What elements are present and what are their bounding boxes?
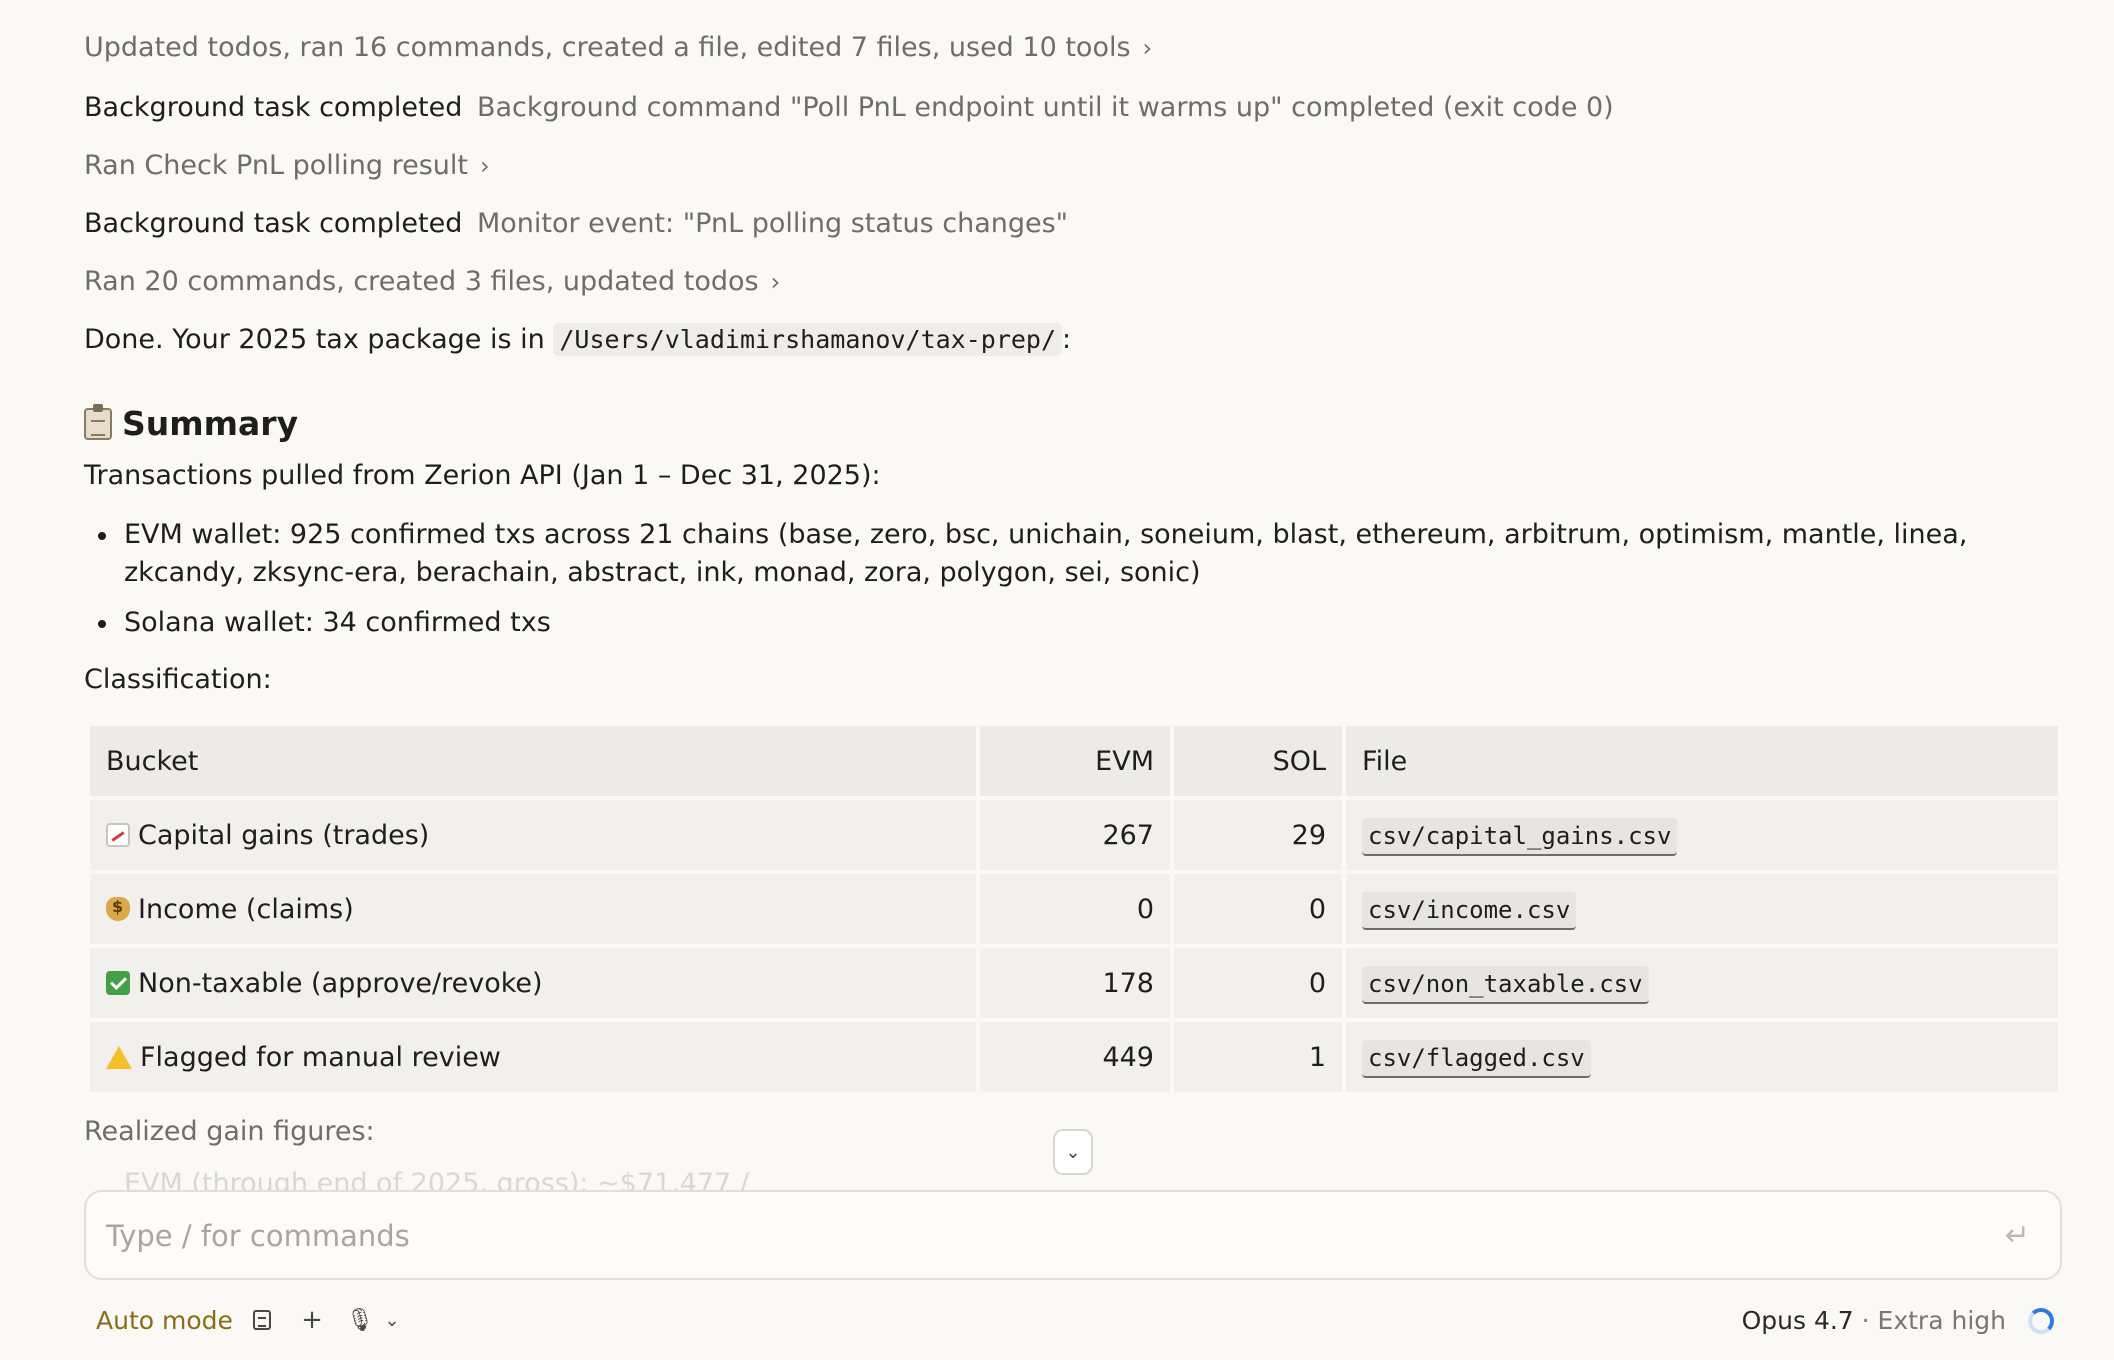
file-link[interactable]: csv/non_taxable.csv: [1362, 965, 1649, 1004]
summary-heading-text: Summary: [122, 404, 299, 443]
done-prefix: Done. Your 2025 tax package is in: [84, 324, 545, 355]
background-task-detail: Background command "Poll PnL endpoint un…: [476, 92, 1614, 123]
background-task-detail: Monitor event: "PnL polling status chang…: [476, 208, 1069, 239]
table-row: Capital gains (trades) 267 29 csv/capita…: [90, 800, 2058, 870]
ran-check-expander[interactable]: Ran Check PnL polling result ›: [84, 150, 490, 181]
list-item: Solana wallet: 34 confirmed txs: [84, 604, 2044, 642]
effort-level: · Extra high: [1853, 1306, 2006, 1335]
background-task-1: Background task completed Background com…: [84, 92, 1614, 123]
tax-prep-path: /Users/vladimirshamanov/tax-prep/: [553, 323, 1063, 356]
warning-icon: [106, 1045, 132, 1069]
microphone-icon[interactable]: 🎙: [342, 1302, 378, 1338]
chart-increasing-icon: [106, 822, 130, 847]
ran-summary-expander[interactable]: Ran 20 commands, created 3 files, update…: [84, 266, 780, 297]
activity-summary-text: Updated todos, ran 16 commands, created …: [84, 32, 1131, 63]
plus-icon[interactable]: +: [294, 1302, 330, 1338]
document-icon[interactable]: [244, 1302, 280, 1338]
scroll-to-bottom-button[interactable]: ⌄: [1053, 1129, 1093, 1175]
chevron-down-icon[interactable]: ⌄: [374, 1302, 410, 1338]
auto-mode-toggle[interactable]: Auto mode: [96, 1306, 233, 1335]
table-row: Income (claims) 0 0 csv/income.csv: [90, 874, 2058, 944]
message-input[interactable]: [106, 1210, 1986, 1262]
sol-count: 0: [1174, 874, 1342, 944]
loading-spinner-icon: [2028, 1308, 2054, 1334]
sol-count: 1: [1174, 1022, 1342, 1092]
chevron-right-icon: ›: [479, 152, 490, 180]
column-header-evm: EVM: [980, 726, 1170, 796]
bucket-label: Flagged for manual review: [140, 1041, 501, 1073]
message-composer: ↵: [84, 1190, 2062, 1280]
file-link[interactable]: csv/income.csv: [1362, 891, 1577, 930]
evm-count: 449: [980, 1022, 1170, 1092]
column-header-sol: SOL: [1174, 726, 1342, 796]
sol-count: 29: [1174, 800, 1342, 870]
file-link[interactable]: csv/capital_gains.csv: [1362, 817, 1678, 856]
bucket-cell: Capital gains (trades): [90, 800, 976, 870]
table-row: Flagged for manual review 449 1 csv/flag…: [90, 1022, 2058, 1092]
summary-heading: Summary: [84, 403, 299, 443]
classification-table: Bucket EVM SOL File Capital gains (trade…: [86, 722, 2062, 1096]
bucket-label: Non-taxable (approve/revoke): [138, 967, 543, 999]
bucket-cell: Flagged for manual review: [90, 1022, 976, 1092]
list-item: EVM wallet: 925 confirmed txs across 21 …: [84, 516, 2044, 592]
bucket-cell: Non-taxable (approve/revoke): [90, 948, 976, 1018]
file-cell: csv/flagged.csv: [1346, 1022, 2058, 1092]
classification-label: Classification:: [84, 664, 272, 695]
enter-icon[interactable]: ↵: [2005, 1218, 2030, 1253]
evm-count: 0: [980, 874, 1170, 944]
ran-summary-text: Ran 20 commands, created 3 files, update…: [84, 266, 759, 297]
summary-intro: Transactions pulled from Zerion API (Jan…: [84, 460, 881, 491]
file-link[interactable]: csv/flagged.csv: [1362, 1039, 1591, 1078]
composer-footer: Auto mode + 🎙 ⌄ Opus 4.7 · Extra high: [84, 1300, 2062, 1344]
column-header-file: File: [1346, 726, 2058, 796]
background-task-2: Background task completed Monitor event:…: [84, 208, 1068, 239]
background-task-label: Background task completed: [84, 92, 463, 123]
file-cell: csv/non_taxable.csv: [1346, 948, 2058, 1018]
table-header-row: Bucket EVM SOL File: [90, 726, 2058, 796]
wallet-list: EVM wallet: 925 confirmed txs across 21 …: [84, 516, 2044, 654]
bucket-cell: Income (claims): [90, 874, 976, 944]
file-cell: csv/capital_gains.csv: [1346, 800, 2058, 870]
background-task-label: Background task completed: [84, 208, 463, 239]
chevron-right-icon: ›: [770, 268, 781, 296]
chat-page: Updated todos, ran 16 commands, created …: [0, 0, 2114, 1360]
check-mark-icon: [106, 970, 130, 995]
table-row: Non-taxable (approve/revoke) 178 0 csv/n…: [90, 948, 2058, 1018]
done-suffix: :: [1062, 324, 1072, 355]
chevron-right-icon: ›: [1142, 34, 1153, 62]
ran-check-text: Ran Check PnL polling result: [84, 150, 468, 181]
activity-summary-expander[interactable]: Updated todos, ran 16 commands, created …: [84, 32, 1152, 63]
sol-count: 0: [1174, 948, 1342, 1018]
bucket-label: Capital gains (trades): [138, 819, 430, 851]
money-bag-icon: [106, 896, 130, 921]
done-message: Done. Your 2025 tax package is in /Users…: [84, 323, 1072, 356]
model-selector[interactable]: Opus 4.7 · Extra high: [1742, 1306, 2006, 1335]
column-header-bucket: Bucket: [90, 726, 976, 796]
model-name: Opus 4.7: [1741, 1306, 1854, 1335]
chevron-down-icon: ⌄: [1065, 1141, 1081, 1163]
evm-count: 267: [980, 800, 1170, 870]
clipboard-icon: [84, 403, 112, 440]
file-cell: csv/income.csv: [1346, 874, 2058, 944]
bucket-label: Income (claims): [138, 893, 354, 925]
evm-count: 178: [980, 948, 1170, 1018]
realized-gain-label: Realized gain figures:: [84, 1116, 375, 1147]
